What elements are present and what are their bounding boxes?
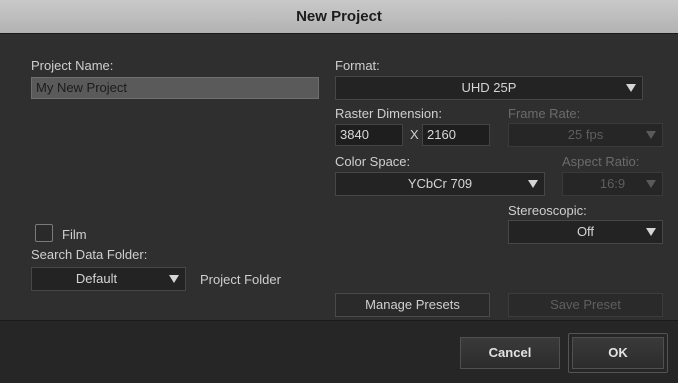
raster-dimension-label: Raster Dimension:: [335, 106, 442, 121]
search-data-folder-value: Default: [75, 271, 118, 286]
raster-height-input[interactable]: 2160: [422, 124, 490, 146]
format-label: Format:: [335, 58, 380, 73]
chevron-down-icon: [528, 180, 538, 188]
format-dropdown[interactable]: UHD 25P: [335, 76, 643, 100]
title-bar[interactable]: New Project: [0, 0, 678, 34]
project-name-input[interactable]: My New Project: [31, 77, 319, 99]
aspect-ratio-label: Aspect Ratio:: [562, 154, 640, 169]
chevron-down-icon: [626, 84, 636, 92]
search-data-folder-dropdown[interactable]: Default: [31, 267, 186, 291]
format-value: UHD 25P: [461, 80, 517, 95]
chevron-down-icon: [169, 275, 179, 283]
stereoscopic-dropdown[interactable]: Off: [508, 220, 663, 244]
manage-presets-button[interactable]: Manage Presets: [335, 293, 490, 317]
raster-separator: X: [410, 127, 419, 142]
color-space-value: YCbCr 709: [407, 176, 473, 191]
search-data-folder-label: Search Data Folder:: [31, 247, 148, 262]
dialog-title: New Project: [296, 8, 382, 25]
film-label: Film: [62, 227, 87, 242]
ok-button[interactable]: OK: [572, 337, 664, 369]
frame-rate-value: 25 fps: [567, 127, 604, 142]
film-checkbox[interactable]: [35, 224, 53, 242]
new-project-dialog: New Project Project Name: My New Project…: [0, 0, 678, 383]
aspect-ratio-dropdown[interactable]: 16:9: [562, 172, 663, 196]
cancel-button[interactable]: Cancel: [460, 337, 560, 369]
chevron-down-icon: [646, 180, 656, 188]
project-folder-label: Project Folder: [200, 272, 281, 287]
chevron-down-icon: [646, 228, 656, 236]
color-space-label: Color Space:: [335, 154, 411, 169]
chevron-down-icon: [646, 131, 656, 139]
aspect-ratio-value: 16:9: [599, 176, 626, 191]
color-space-dropdown[interactable]: YCbCr 709: [335, 172, 545, 196]
stereoscopic-label: Stereoscopic:: [508, 203, 587, 218]
stereoscopic-value: Off: [576, 224, 595, 239]
dialog-footer: Cancel OK: [0, 320, 678, 383]
frame-rate-label: Frame Rate:: [508, 106, 581, 121]
frame-rate-dropdown[interactable]: 25 fps: [508, 123, 663, 147]
save-preset-button[interactable]: Save Preset: [508, 293, 663, 317]
raster-width-input[interactable]: 3840: [335, 124, 403, 146]
project-name-label: Project Name:: [31, 58, 114, 73]
